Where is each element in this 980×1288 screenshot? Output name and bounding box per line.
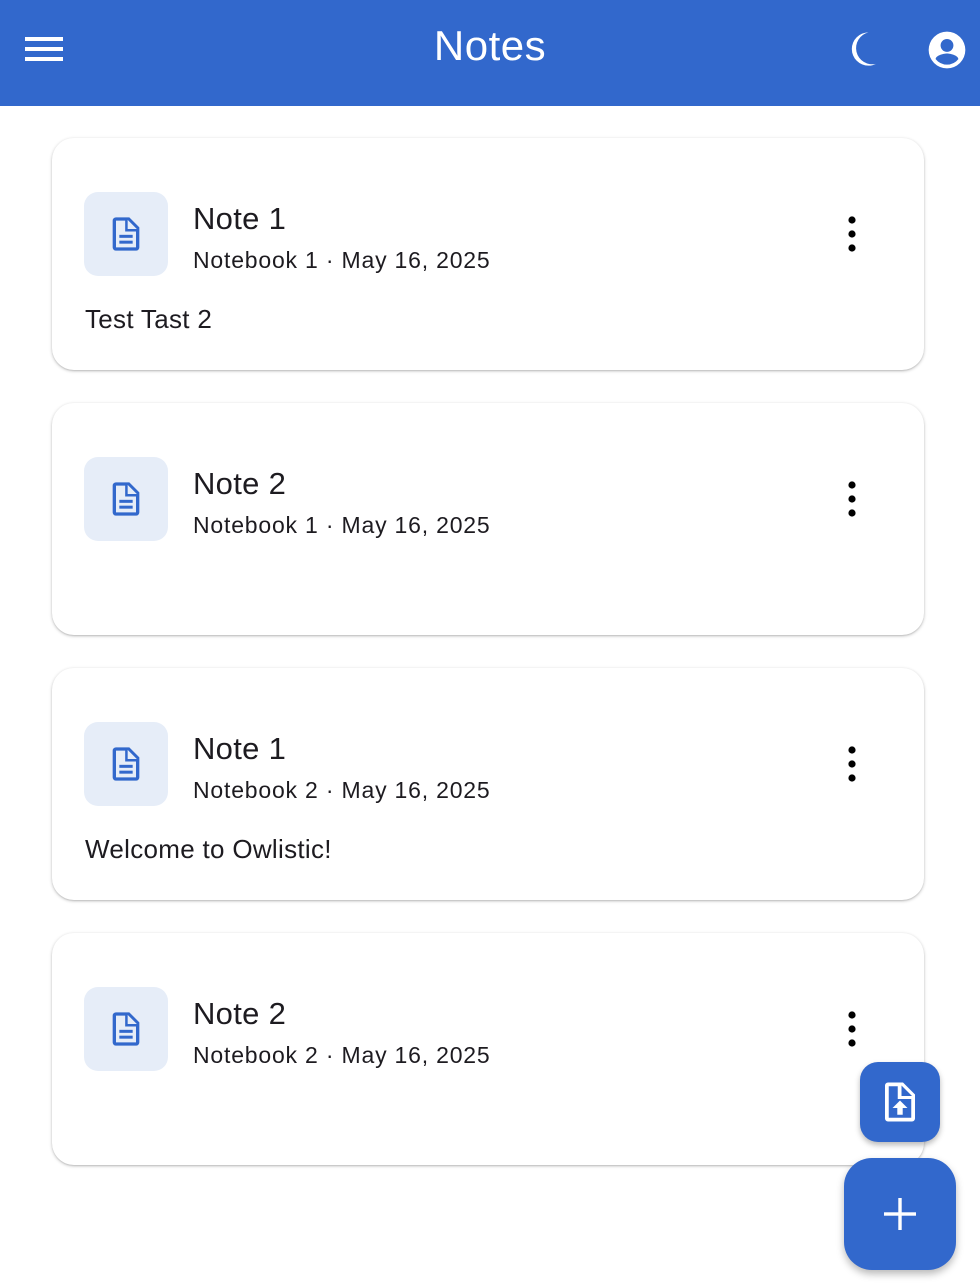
note-icon-tile xyxy=(84,722,168,806)
note-date: May 16, 2025 xyxy=(341,512,491,538)
note-meta: Notebook 2 · May 16, 2025 xyxy=(193,1042,491,1069)
note-notebook: Notebook 1 xyxy=(193,512,319,538)
note-meta: Notebook 2 · May 16, 2025 xyxy=(193,777,491,804)
meta-separator: · xyxy=(325,247,335,273)
more-vert-icon xyxy=(848,216,856,252)
account-button[interactable] xyxy=(916,19,978,81)
document-icon xyxy=(112,747,140,781)
note-card[interactable]: Note 1 Notebook 1 · May 16, 2025 Test Ta… xyxy=(52,138,924,370)
more-options-button[interactable] xyxy=(826,473,878,525)
note-date: May 16, 2025 xyxy=(341,247,491,273)
add-note-button[interactable] xyxy=(844,1158,956,1270)
note-notebook: Notebook 1 xyxy=(193,247,319,273)
more-vert-icon xyxy=(848,481,856,517)
app-bar: Notes xyxy=(0,0,980,106)
note-title: Note 1 xyxy=(193,201,287,236)
file-upload-icon xyxy=(885,1082,915,1122)
note-date: May 16, 2025 xyxy=(341,777,491,803)
note-card[interactable]: Note 1 Notebook 2 · May 16, 2025 Welcome… xyxy=(52,668,924,900)
note-notebook: Notebook 2 xyxy=(193,777,319,803)
note-icon-tile xyxy=(84,457,168,541)
note-list: Note 1 Notebook 1 · May 16, 2025 Test Ta… xyxy=(52,138,924,1198)
more-vert-icon xyxy=(848,746,856,782)
document-icon xyxy=(112,482,140,516)
note-icon-tile xyxy=(84,192,168,276)
document-icon xyxy=(112,217,140,251)
note-preview: Welcome to Owlistic! xyxy=(85,834,332,864)
more-options-button[interactable] xyxy=(826,1003,878,1055)
menu-button[interactable] xyxy=(14,19,74,79)
note-card[interactable]: Note 2 Notebook 2 · May 16, 2025 xyxy=(52,933,924,1165)
page-title: Notes xyxy=(433,22,547,69)
note-preview: Test Tast 2 xyxy=(85,304,213,334)
note-notebook: Notebook 2 xyxy=(193,1042,319,1068)
account-circle-icon xyxy=(928,31,966,69)
import-note-button[interactable] xyxy=(860,1062,940,1142)
note-date: May 16, 2025 xyxy=(341,1042,491,1068)
note-card[interactable]: Note 2 Notebook 1 · May 16, 2025 xyxy=(52,403,924,635)
meta-separator: · xyxy=(325,1042,335,1068)
more-options-button[interactable] xyxy=(826,738,878,790)
note-title: Note 1 xyxy=(193,731,287,766)
dark-mode-moon-icon xyxy=(851,32,876,66)
note-meta: Notebook 1 · May 16, 2025 xyxy=(193,512,491,539)
note-icon-tile xyxy=(84,987,168,1071)
meta-separator: · xyxy=(325,777,335,803)
meta-separator: · xyxy=(325,512,335,538)
note-meta: Notebook 1 · May 16, 2025 xyxy=(193,247,491,274)
document-icon xyxy=(112,1012,140,1046)
more-vert-icon xyxy=(848,1011,856,1047)
note-title: Note 2 xyxy=(193,466,287,501)
plus-icon xyxy=(884,1198,916,1230)
note-title: Note 2 xyxy=(193,996,287,1031)
hamburger-menu-icon xyxy=(25,37,63,61)
theme-toggle-button[interactable] xyxy=(838,19,898,79)
more-options-button[interactable] xyxy=(826,208,878,260)
